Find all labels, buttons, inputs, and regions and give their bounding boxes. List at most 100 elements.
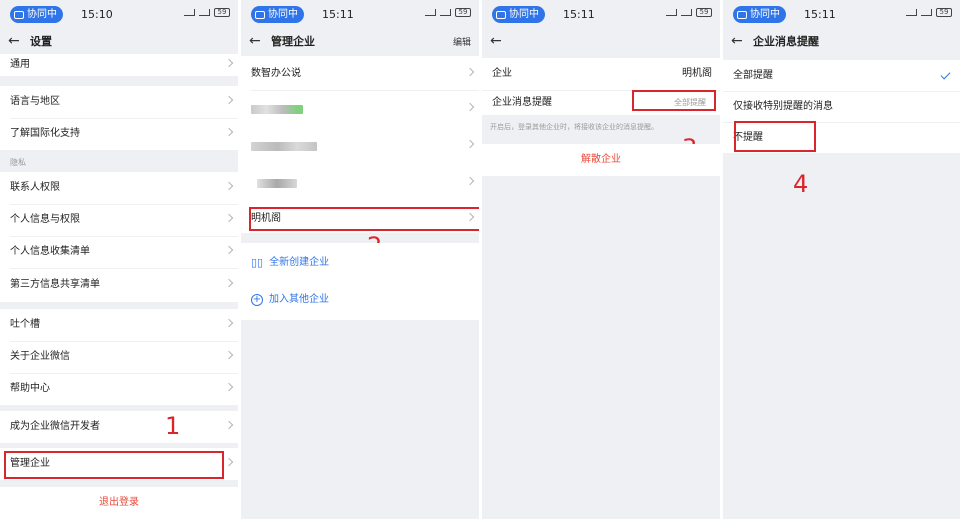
settings-item-contacts-permission[interactable]: 联系人权限 — [0, 172, 238, 204]
divider — [10, 204, 238, 205]
chevron-right-icon — [224, 181, 234, 191]
divider — [10, 341, 238, 342]
logout-button[interactable]: 退出登录 — [0, 487, 238, 519]
blurred-name — [251, 141, 317, 151]
company-label: 企业 — [492, 68, 512, 79]
collab-badge-label: 协同中 — [27, 9, 57, 20]
chevron-right-icon — [465, 102, 475, 112]
battery-icon: 59 — [696, 8, 712, 17]
settings-item-language[interactable]: 语言与地区 — [0, 86, 238, 118]
signal-icon — [921, 9, 932, 16]
chevron-right-icon — [224, 127, 234, 137]
signal-icon — [681, 9, 692, 16]
clock: 15:10 — [81, 8, 113, 21]
collab-icon — [14, 10, 24, 19]
checkmark-icon — [940, 69, 951, 80]
chevron-right-icon — [224, 350, 234, 360]
signal-icon — [199, 9, 210, 16]
collab-icon — [496, 10, 506, 19]
back-arrow-icon[interactable]: ← — [8, 32, 20, 50]
settings-item-third-party[interactable]: 第三方信息共享清单 — [0, 268, 238, 302]
collab-badge[interactable]: 协同中 — [492, 6, 545, 23]
status-bar: 协同中 15:11 59 — [723, 0, 960, 28]
chevron-right-icon — [465, 139, 475, 149]
divider — [10, 268, 238, 269]
signal-icon — [666, 9, 677, 16]
settings-item-help[interactable]: 帮助中心 — [0, 373, 238, 405]
highlight-box — [632, 90, 716, 111]
step-number: 4 — [793, 170, 809, 198]
collab-icon — [255, 10, 265, 19]
item-label: 语言与地区 — [10, 96, 60, 107]
collab-badge-label: 协同中 — [268, 9, 298, 20]
page-title: 管理企业 — [271, 35, 315, 48]
collab-badge[interactable]: 协同中 — [251, 6, 304, 23]
chevron-right-icon — [224, 213, 234, 223]
company-value: 明机阁 — [682, 68, 712, 79]
nav-bar: ← 企业消息提醒 — [723, 28, 960, 54]
option-label: 仅接收特别提醒的消息 — [733, 101, 833, 112]
item-label: 帮助中心 — [10, 383, 50, 394]
settings-item-about[interactable]: 关于企业微信 — [0, 341, 238, 373]
edit-button[interactable]: 编辑 — [453, 35, 471, 48]
company-item-blurred[interactable] — [241, 128, 479, 164]
create-company-button[interactable]: ▯▯ 全新创建企业 — [241, 247, 479, 279]
item-label: 吐个槽 — [10, 319, 40, 330]
divider — [10, 118, 238, 119]
back-arrow-icon[interactable]: ← — [490, 32, 502, 50]
status-bar: 协同中 15:11 59 — [482, 0, 720, 28]
dissolve-label: 解散企业 — [581, 154, 621, 165]
nav-bar: ← 设置 — [0, 28, 238, 54]
divider — [10, 373, 238, 374]
settings-item-feedback[interactable]: 吐个槽 — [0, 309, 238, 341]
page-title: 企业消息提醒 — [753, 35, 819, 48]
settings-item-info-collection[interactable]: 个人信息收集清单 — [0, 236, 238, 268]
back-arrow-icon[interactable]: ← — [249, 32, 261, 50]
chevron-right-icon — [224, 457, 234, 467]
chevron-right-icon — [224, 278, 234, 288]
chevron-right-icon — [465, 176, 475, 186]
item-label: 个人信息与权限 — [10, 214, 80, 225]
signal-icon — [425, 9, 436, 16]
join-company-label: 加入其他企业 — [269, 294, 329, 305]
collab-badge[interactable]: 协同中 — [10, 6, 63, 23]
battery-icon: 59 — [936, 8, 952, 17]
section-label-privacy: 隐私 — [10, 158, 26, 167]
reminder-settings-screen: 协同中 15:11 59 ← 企业消息提醒 全部提醒 仅接收特别提醒的消息 不提… — [723, 0, 960, 519]
chevron-right-icon — [224, 245, 234, 255]
signal-icons: 59 — [184, 8, 230, 17]
collab-icon — [737, 10, 747, 19]
divider — [10, 236, 238, 237]
join-company-button[interactable]: + 加入其他企业 — [241, 284, 479, 316]
company-item[interactable]: 数智办公说 — [241, 58, 479, 90]
signal-icon — [184, 9, 195, 16]
item-label: 联系人权限 — [10, 182, 60, 193]
blurred-name — [251, 104, 303, 114]
settings-item-developer[interactable]: 成为企业微信开发者 — [0, 411, 238, 443]
dissolve-company-button[interactable]: 解散企业 — [482, 144, 720, 176]
company-item-blurred[interactable] — [241, 91, 479, 127]
signal-icon — [906, 9, 917, 16]
signal-icon — [440, 9, 451, 16]
nav-bar: ← — [482, 28, 720, 54]
settings-item-personal-info[interactable]: 个人信息与权限 — [0, 204, 238, 236]
battery-icon: 59 — [214, 8, 230, 17]
company-item-blurred[interactable] — [241, 165, 479, 201]
blurred-name — [257, 178, 297, 188]
option-all-reminders[interactable]: 全部提醒 — [723, 60, 960, 91]
back-arrow-icon[interactable]: ← — [731, 32, 743, 50]
settings-screen: 协同中 15:10 59 ← 设置 通用 语言与地区 了解国际化支持 隐私 联系… — [0, 0, 238, 519]
clock: 15:11 — [322, 8, 354, 21]
chevron-right-icon — [224, 318, 234, 328]
plus-circle-icon: + — [251, 294, 263, 306]
option-special-only[interactable]: 仅接收特别提醒的消息 — [723, 92, 960, 122]
settings-item-general[interactable]: 通用 — [0, 54, 238, 76]
collab-badge[interactable]: 协同中 — [733, 6, 786, 23]
signal-icons: 59 — [666, 8, 712, 17]
status-bar: 协同中 15:11 59 — [241, 0, 479, 28]
settings-item-i18n[interactable]: 了解国际化支持 — [0, 118, 238, 150]
chevron-right-icon — [224, 95, 234, 105]
page-title: 设置 — [30, 35, 52, 48]
option-label: 全部提醒 — [733, 69, 773, 81]
item-label: 通用 — [10, 59, 30, 70]
